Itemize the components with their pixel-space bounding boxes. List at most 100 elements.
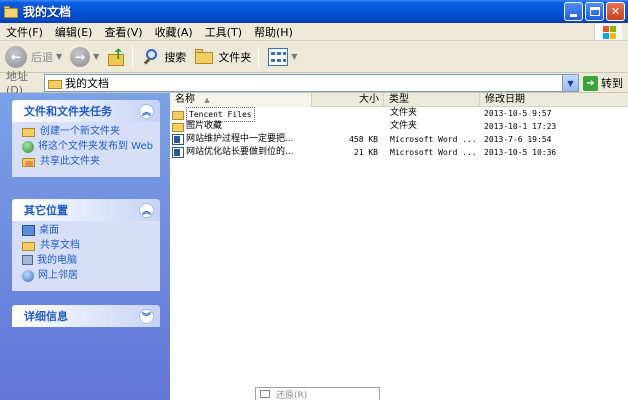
word-document-icon <box>172 147 184 158</box>
place-label: 网上邻居 <box>38 270 78 281</box>
go-arrow-icon: ➔ <box>583 75 598 91</box>
dropdown-arrow-icon[interactable]: ▼ <box>56 52 62 61</box>
file-list: 名称 ▲ 大小 类型 修改日期 Tencent Files 文件夹 2013-1… <box>170 93 628 400</box>
task-share-folder[interactable]: 共享此文件夹 <box>22 156 156 168</box>
address-value: 我的文档 <box>65 77 109 90</box>
file-modified: 2013-7-6 19:54 <box>484 135 552 144</box>
file-modified: 2013-10-1 17:23 <box>484 122 557 131</box>
menu-file[interactable]: 文件(F) <box>0 24 49 40</box>
table-row[interactable]: 网站维护过程中一定要把... 458 KB Microsoft Word ...… <box>170 133 628 146</box>
expand-chevron-icon[interactable]: ︾ <box>139 308 154 324</box>
file-type: 文件夹 <box>390 121 418 131</box>
go-button[interactable]: ➔ 转到 <box>583 75 623 91</box>
dropdown-arrow-icon[interactable]: ▼ <box>93 52 99 61</box>
task-pane: 文件和文件夹任务 ︽ 创建一个新文件夹 将这个文件夹发布到 Web 共享此文件夹… <box>0 93 170 400</box>
word-document-icon <box>172 134 184 145</box>
search-label: 搜索 <box>164 50 187 64</box>
file-size: 458 KB <box>349 135 378 144</box>
title-bar[interactable]: 我的文档 ✕ <box>0 0 628 23</box>
close-button[interactable]: ✕ <box>606 2 625 21</box>
toolbar: ← 后退 ▼ → ▼ ↑ 搜索 文件夹 ▼ <box>0 41 628 73</box>
menu-help[interactable]: 帮助(H) <box>248 24 299 40</box>
column-header: 名称 ▲ 大小 类型 修改日期 <box>170 93 628 107</box>
toolbar-separator <box>258 45 260 68</box>
globe-icon <box>22 141 34 153</box>
file-type: 文件夹 <box>390 108 418 118</box>
task-publish-web[interactable]: 将这个文件夹发布到 Web <box>22 141 156 153</box>
minimize-button[interactable] <box>564 2 583 21</box>
column-type-label: 类型 <box>389 94 409 105</box>
forward-button[interactable]: → ▼ <box>67 44 102 70</box>
collapse-chevron-icon[interactable]: ︽ <box>139 103 154 119</box>
share-folder-icon <box>22 156 36 168</box>
file-tasks-header[interactable]: 文件和文件夹任务 ︽ <box>12 100 160 122</box>
back-arrow-icon: ← <box>5 45 27 68</box>
task-label: 共享此文件夹 <box>40 156 100 167</box>
computer-icon <box>22 255 33 265</box>
collapse-chevron-icon[interactable]: ︽ <box>139 202 154 218</box>
other-places-title: 其它位置 <box>24 204 68 217</box>
details-header[interactable]: 详细信息 ︾ <box>12 305 160 327</box>
place-my-computer[interactable]: 我的电脑 <box>22 255 156 267</box>
table-row[interactable]: Tencent Files 文件夹 2013-10-5 9:57 <box>170 107 628 122</box>
window-title: 我的文档 <box>23 5 72 19</box>
folder-icon <box>194 48 214 65</box>
up-folder-icon: ↑ <box>107 47 125 67</box>
network-icon <box>22 270 34 282</box>
back-button[interactable]: ← 后退 ▼ <box>2 44 65 70</box>
dropdown-arrow-icon[interactable]: ▼ <box>291 52 297 61</box>
file-modified: 2013-10-5 10:36 <box>484 148 557 157</box>
place-shared-documents[interactable]: 共享文档 <box>22 240 156 252</box>
file-type: Microsoft Word ... <box>390 148 477 157</box>
place-network[interactable]: 网上邻居 <box>22 270 156 282</box>
file-name-cell: 网站维护过程中一定要把... <box>172 133 310 146</box>
folder-icon <box>3 5 19 19</box>
other-places-header[interactable]: 其它位置 ︽ <box>12 199 160 221</box>
minimize-icon <box>570 14 577 17</box>
shared-documents-icon <box>22 240 36 252</box>
table-row[interactable]: 图片收藏 文件夹 2013-10-1 17:23 <box>170 120 628 133</box>
file-tasks-title: 文件和文件夹任务 <box>24 105 112 118</box>
toolbar-separator <box>132 45 134 68</box>
menu-edit[interactable]: 编辑(E) <box>49 24 99 40</box>
search-icon <box>142 48 160 66</box>
place-label: 我的电脑 <box>37 255 77 266</box>
folder-icon <box>172 121 184 132</box>
folder-icon <box>172 109 184 120</box>
file-tasks-body: 创建一个新文件夹 将这个文件夹发布到 Web 共享此文件夹 <box>12 122 160 177</box>
task-new-folder[interactable]: 创建一个新文件夹 <box>22 126 156 138</box>
column-type[interactable]: 类型 <box>384 93 480 107</box>
context-menu-restore[interactable]: 还原(R) <box>276 388 307 400</box>
task-label: 创建一个新文件夹 <box>40 126 120 137</box>
address-bar: 地址(D) 我的文档 ▼ ➔ 转到 <box>0 70 628 97</box>
search-button[interactable]: 搜索 <box>139 44 189 70</box>
menu-favorites[interactable]: 收藏(A) <box>149 24 199 40</box>
folders-label: 文件夹 <box>218 50 252 64</box>
windows-logo-icon <box>594 24 622 40</box>
address-dropdown-button[interactable]: ▼ <box>562 75 578 91</box>
menu-tools[interactable]: 工具(T) <box>199 24 248 40</box>
place-label: 共享文档 <box>40 240 80 251</box>
folder-icon <box>48 78 62 89</box>
column-modified[interactable]: 修改日期 <box>480 93 628 107</box>
file-size: 21 KB <box>353 148 378 157</box>
place-desktop[interactable]: 桌面 <box>22 225 156 237</box>
sort-ascending-icon: ▲ <box>204 96 210 104</box>
close-icon: ✕ <box>610 5 621 18</box>
file-name: 图片收藏 <box>186 121 223 131</box>
file-name: 网站优化站长要做到位的... <box>186 147 294 157</box>
column-size-label: 大小 <box>359 94 379 105</box>
column-name[interactable]: 名称 ▲ <box>170 93 312 107</box>
go-label: 转到 <box>601 77 623 90</box>
table-row[interactable]: 网站优化站长要做到位的... 21 KB Microsoft Word ... … <box>170 146 628 159</box>
address-input[interactable]: 我的文档 ▼ <box>44 74 579 92</box>
folders-button[interactable]: 文件夹 <box>191 44 254 70</box>
up-folder-button[interactable]: ↑ <box>104 44 128 70</box>
restore-icon <box>260 390 270 398</box>
details-title: 详细信息 <box>24 310 68 323</box>
maximize-button[interactable] <box>585 2 604 21</box>
views-button[interactable]: ▼ <box>265 44 300 70</box>
maximize-icon <box>589 7 600 16</box>
column-size[interactable]: 大小 <box>312 93 384 107</box>
menu-view[interactable]: 查看(V) <box>98 24 148 40</box>
